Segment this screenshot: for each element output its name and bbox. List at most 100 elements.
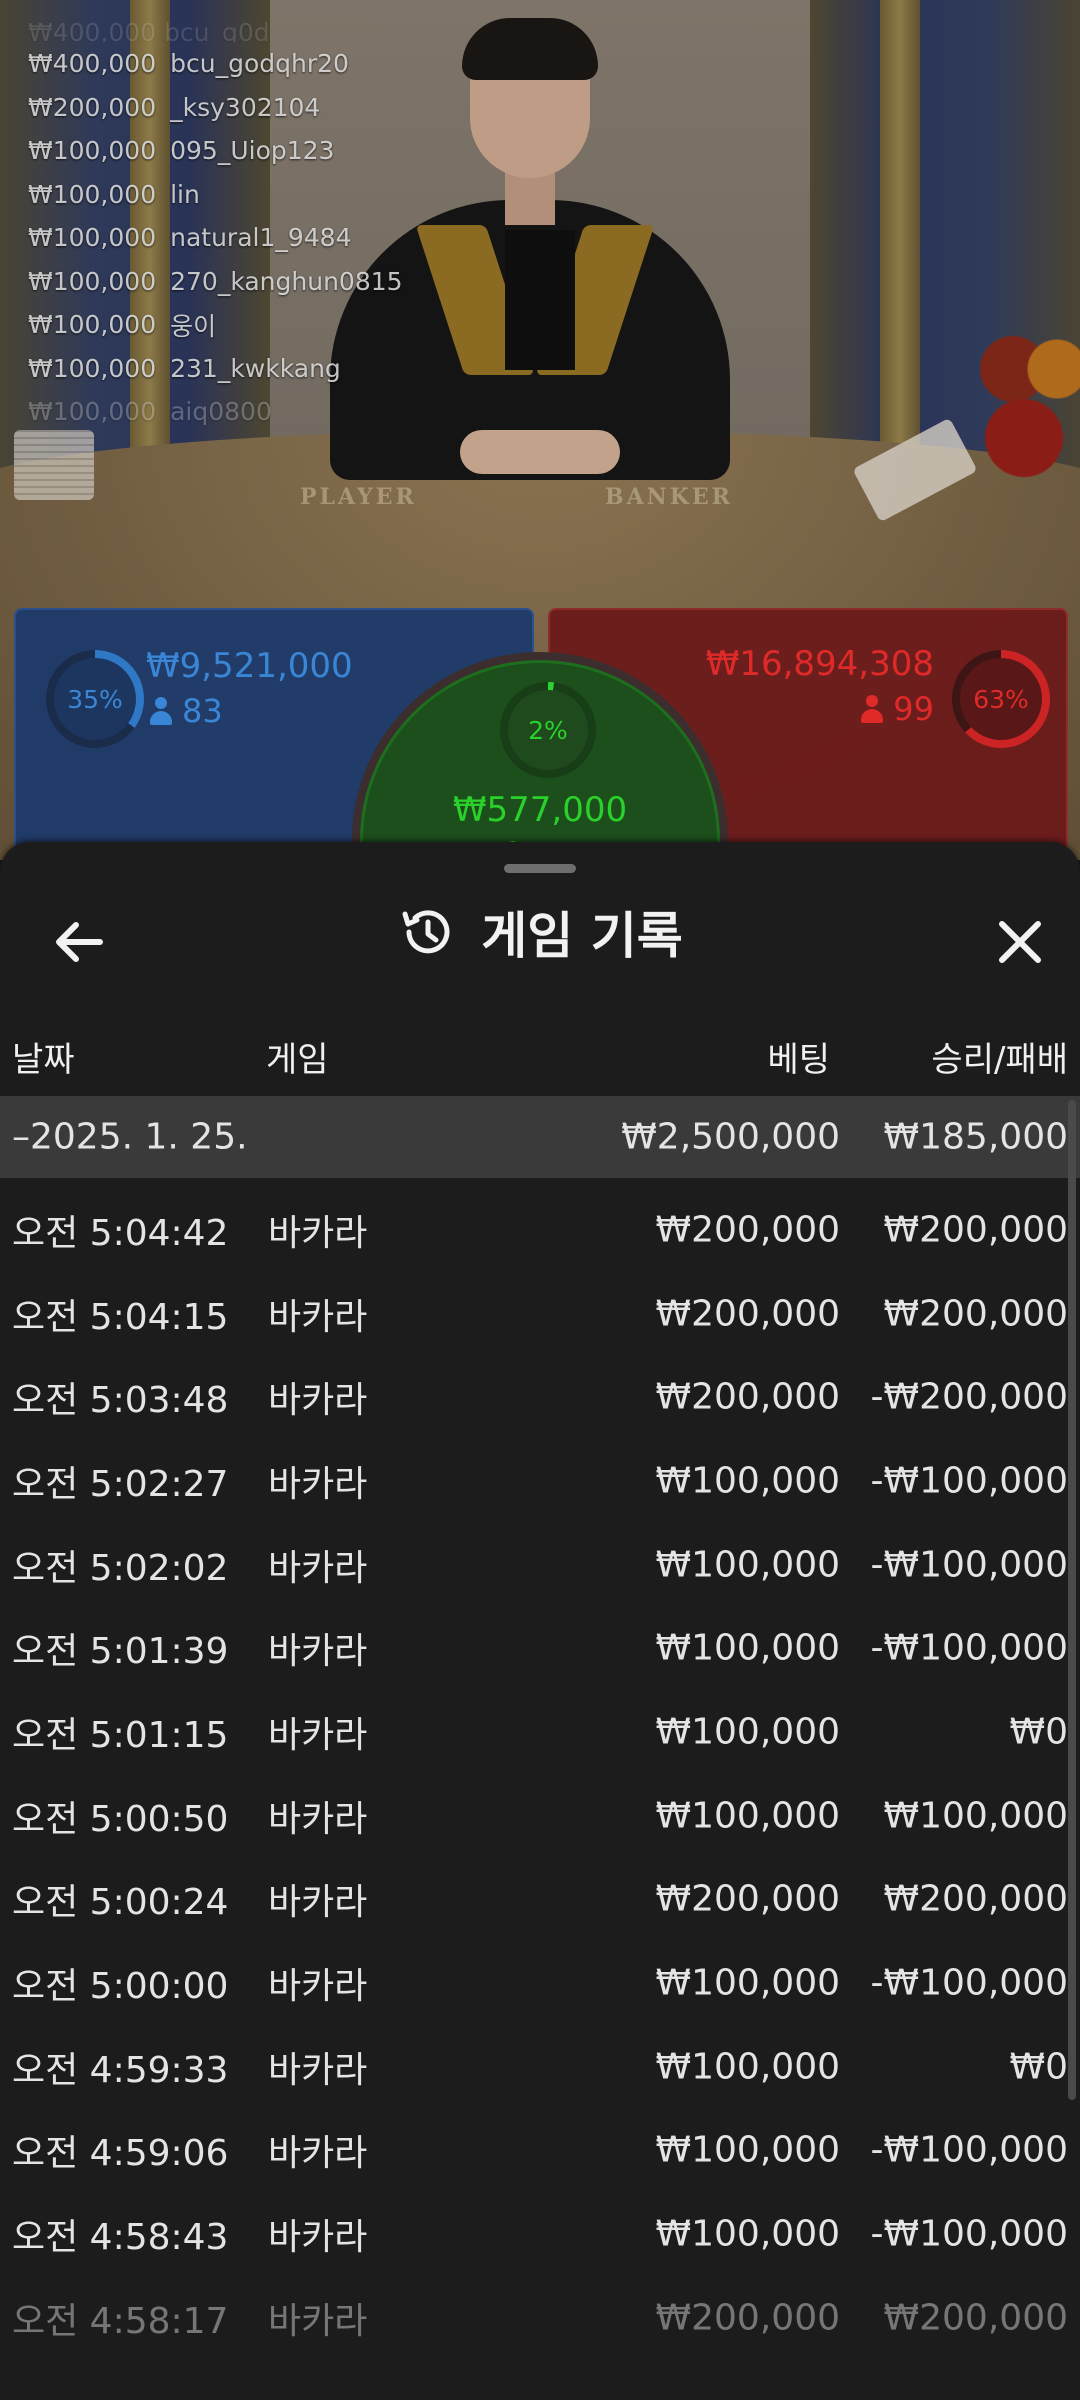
row-game: 바카라 — [268, 1714, 368, 1756]
row-time: 오전 4:58:17 — [12, 2300, 229, 2342]
group-bet-total: ₩2,500,000 — [621, 1116, 840, 1158]
row-bet: ₩200,000 — [655, 1878, 840, 1920]
dealer-hair — [462, 18, 598, 80]
row-time: 오전 5:04:15 — [12, 1296, 229, 1338]
chip-stack — [14, 430, 94, 500]
row-time: 오전 5:04:42 — [12, 1212, 229, 1254]
row-result: ₩200,000 — [883, 1878, 1068, 1920]
row-time: 오전 5:00:50 — [12, 1798, 229, 1840]
row-result: -₩100,000 — [870, 1544, 1068, 1586]
column-header-date: 날짜 — [12, 1040, 75, 1080]
bet-feed-partial: ₩400,000 bcu_g0d — [28, 22, 270, 42]
table-row[interactable]: 오전 5:01:39 바카라 ₩100,000 -₩100,000 — [0, 1606, 1080, 1690]
dealer-hands — [460, 430, 620, 474]
table-row[interactable]: 오전 4:59:33 바카라 ₩100,000 ₩0 — [0, 2025, 1080, 2109]
player-total-amount: ₩9,521,000 — [146, 646, 353, 686]
person-icon — [150, 697, 172, 725]
sheet-header: 게임 기록 — [0, 882, 1080, 992]
table-row[interactable]: 오전 5:01:15 바카라 ₩100,000 ₩0 — [0, 1690, 1080, 1774]
tie-percent: 2% — [528, 715, 568, 745]
table-row[interactable]: 오전 5:03:48 바카라 ₩200,000 -₩200,000 — [0, 1355, 1080, 1439]
row-result: -₩100,000 — [870, 2129, 1068, 2171]
row-bet: ₩100,000 — [655, 2046, 840, 2088]
row-time: 오전 4:59:06 — [12, 2133, 229, 2175]
person-icon — [861, 695, 884, 723]
row-result: ₩200,000 — [883, 1293, 1068, 1335]
player-percent: 35% — [67, 684, 123, 714]
row-result: -₩100,000 — [870, 1460, 1068, 1502]
table-label-banker: BANKER — [605, 484, 733, 510]
flower-decoration — [980, 300, 1080, 530]
row-time: 오전 5:01:39 — [12, 1631, 229, 1673]
row-result: -₩100,000 — [870, 1627, 1068, 1669]
pillar — [880, 0, 920, 470]
date-group-row[interactable]: –2025. 1. 25. ₩2,500,000 ₩185,000 — [0, 1096, 1080, 1178]
bet-feed-item: ₩100,000 aiq0800 — [28, 397, 272, 427]
row-game: 바카라 — [268, 1212, 368, 1254]
row-result: ₩200,000 — [883, 1209, 1068, 1251]
group-date: –2025. 1. 25. — [12, 1116, 248, 1158]
player-count: 83 — [150, 692, 223, 730]
bet-feed-item: ₩100,000 231_kwkkang — [28, 353, 341, 383]
row-time: 오전 5:00:00 — [12, 1966, 229, 2008]
bet-feed-item: ₩100,000 270_kanghun0815 — [28, 266, 403, 296]
column-header-game: 게임 — [266, 1040, 329, 1080]
table-label-player: PLAYER — [300, 484, 417, 510]
tie-total-amount: ₩577,000 — [452, 790, 628, 830]
table-row[interactable]: 오전 5:00:24 바카라 ₩200,000 ₩200,000 — [0, 1858, 1080, 1942]
page-title: 게임 기록 — [481, 907, 683, 965]
close-icon — [999, 921, 1041, 963]
row-bet: ₩200,000 — [655, 2297, 840, 2339]
row-bet: ₩200,000 — [655, 1293, 840, 1335]
row-time: 오전 5:00:24 — [12, 1882, 229, 1924]
game-history-sheet: 게임 기록 날짜 게임 베팅 승리/패배 –2025. 1. 25. ₩2,50… — [0, 842, 1080, 2400]
row-time: 오전 5:03:48 — [12, 1380, 229, 1422]
table-row[interactable]: 오전 4:58:43 바카라 ₩100,000 -₩100,000 — [0, 2192, 1080, 2276]
group-result-total: ₩185,000 — [883, 1116, 1068, 1158]
row-result: ₩0 — [1009, 2046, 1069, 2088]
row-game: 바카라 — [268, 1798, 368, 1840]
row-bet: ₩200,000 — [655, 1376, 840, 1418]
row-game: 바카라 — [268, 1631, 368, 1673]
row-game: 바카라 — [268, 2049, 368, 2091]
column-header-bet: 베팅 — [767, 1040, 830, 1080]
row-game: 바카라 — [268, 1882, 368, 1924]
table-row[interactable]: 오전 5:04:15 바카라 ₩200,000 ₩200,000 — [0, 1272, 1080, 1356]
row-result: -₩100,000 — [870, 2213, 1068, 2255]
close-button[interactable] — [980, 902, 1060, 982]
tie-percent-ring: 2% — [500, 682, 596, 778]
row-bet: ₩100,000 — [655, 1711, 840, 1753]
row-time: 오전 5:01:15 — [12, 1714, 229, 1756]
table-row[interactable]: 오전 5:02:27 바카라 ₩100,000 -₩100,000 — [0, 1439, 1080, 1523]
table-row[interactable]: 오전 5:00:00 바카라 ₩100,000 -₩100,000 — [0, 1941, 1080, 2025]
live-video-stream: PLAYER BANKER ₩400,000 bcu_g0d ₩400,000 b… — [0, 0, 1080, 860]
live-bet-feed: ₩400,000 bcu_g0d ₩400,000 bcu_godqhr20 ₩2… — [28, 22, 468, 434]
banker-total-amount: ₩16,894,308 — [705, 644, 934, 684]
row-bet: ₩100,000 — [655, 1627, 840, 1669]
scrollbar[interactable] — [1068, 1100, 1076, 2100]
row-time: 오전 5:02:02 — [12, 1547, 229, 1589]
bet-feed-item: ₩100,000 095_Uiop123 — [28, 136, 335, 166]
row-game: 바카라 — [268, 1966, 368, 2008]
row-result: ₩100,000 — [883, 1795, 1068, 1837]
row-result: ₩200,000 — [883, 2297, 1068, 2339]
row-game: 바카라 — [268, 2300, 368, 2342]
table-row[interactable]: 오전 5:02:02 바카라 ₩100,000 -₩100,000 — [0, 1523, 1080, 1607]
row-time: 오전 4:59:33 — [12, 2049, 229, 2091]
row-bet: ₩100,000 — [655, 1795, 840, 1837]
banker-percent: 63% — [973, 684, 1029, 714]
player-percent-ring: 35% — [46, 650, 144, 748]
table-row[interactable]: 오전 5:04:42 바카라 ₩200,000 ₩200,000 — [0, 1188, 1080, 1272]
table-row[interactable]: 오전 4:59:06 바카라 ₩100,000 -₩100,000 — [0, 2109, 1080, 2193]
row-bet: ₩100,000 — [655, 1460, 840, 1502]
row-bet: ₩200,000 — [655, 1209, 840, 1251]
history-table-body: –2025. 1. 25. ₩2,500,000 ₩185,000 오전 5:0… — [0, 1096, 1080, 2360]
bet-feed-item: ₩400,000 bcu_godqhr20 — [28, 49, 349, 79]
table-row[interactable]: 오전 4:58:17 바카라 ₩200,000 ₩200,000 — [0, 2276, 1080, 2360]
sheet-title-group: 게임 기록 — [0, 896, 1080, 968]
row-game: 바카라 — [268, 1380, 368, 1422]
bet-feed-item: ₩200,000 _ksy302104 — [28, 92, 321, 122]
dealer-shirt — [505, 230, 575, 370]
table-row[interactable]: 오전 5:00:50 바카라 ₩100,000 ₩100,000 — [0, 1774, 1080, 1858]
drag-handle[interactable] — [504, 864, 576, 873]
